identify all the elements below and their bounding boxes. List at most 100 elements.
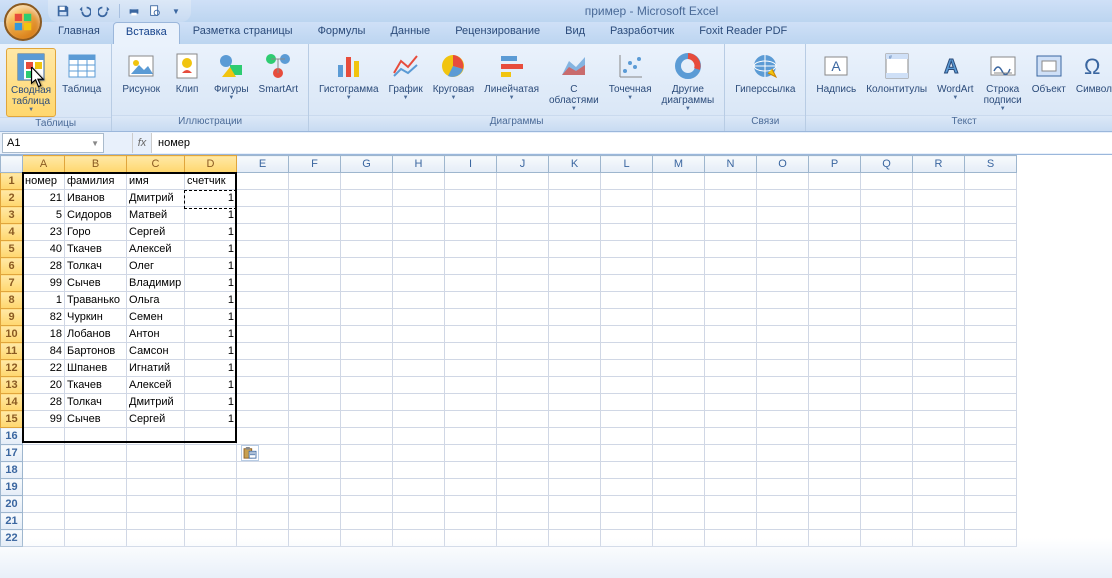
cell-E14[interactable]: [237, 394, 289, 411]
cell-H8[interactable]: [393, 292, 445, 309]
cell-J20[interactable]: [497, 496, 549, 513]
cell-N5[interactable]: [705, 241, 757, 258]
cell-S5[interactable]: [965, 241, 1017, 258]
cell-L7[interactable]: [601, 275, 653, 292]
cell-P22[interactable]: [809, 530, 861, 547]
ribbon-btn-table[interactable]: Таблица: [58, 48, 105, 97]
ribbon-tab-3[interactable]: Формулы: [306, 22, 378, 44]
cell-E2[interactable]: [237, 190, 289, 207]
cell-J11[interactable]: [497, 343, 549, 360]
ribbon-tab-4[interactable]: Данные: [378, 22, 442, 44]
row-header-12[interactable]: 12: [1, 360, 23, 377]
cell-Q7[interactable]: [861, 275, 913, 292]
cell-M8[interactable]: [653, 292, 705, 309]
cell-Q19[interactable]: [861, 479, 913, 496]
cell-K20[interactable]: [549, 496, 601, 513]
cell-G16[interactable]: [341, 428, 393, 445]
cell-R2[interactable]: [913, 190, 965, 207]
cell-G21[interactable]: [341, 513, 393, 530]
cell-F15[interactable]: [289, 411, 341, 428]
cell-B15[interactable]: Сычев: [65, 411, 127, 428]
cell-M10[interactable]: [653, 326, 705, 343]
name-box-dropdown-icon[interactable]: ▼: [91, 139, 99, 148]
cell-G14[interactable]: [341, 394, 393, 411]
cell-A13[interactable]: 20: [23, 377, 65, 394]
ribbon-btn-wordart[interactable]: AWordArt: [933, 48, 978, 104]
cell-K17[interactable]: [549, 445, 601, 462]
cell-M11[interactable]: [653, 343, 705, 360]
cell-J8[interactable]: [497, 292, 549, 309]
cell-I11[interactable]: [445, 343, 497, 360]
ribbon-btn-hyper[interactable]: Гиперссылка: [731, 48, 799, 97]
cell-K7[interactable]: [549, 275, 601, 292]
cell-C8[interactable]: Ольга: [127, 292, 185, 309]
row-header-16[interactable]: 16: [1, 428, 23, 445]
cell-P9[interactable]: [809, 309, 861, 326]
cell-R5[interactable]: [913, 241, 965, 258]
cell-Q4[interactable]: [861, 224, 913, 241]
ribbon-btn-scatter[interactable]: Точечная: [605, 48, 656, 104]
cell-J10[interactable]: [497, 326, 549, 343]
cell-S3[interactable]: [965, 207, 1017, 224]
col-header-A[interactable]: A: [23, 156, 65, 173]
cell-G13[interactable]: [341, 377, 393, 394]
cell-M16[interactable]: [653, 428, 705, 445]
cell-S15[interactable]: [965, 411, 1017, 428]
cell-E15[interactable]: [237, 411, 289, 428]
cell-F11[interactable]: [289, 343, 341, 360]
cell-F2[interactable]: [289, 190, 341, 207]
cell-E1[interactable]: [237, 173, 289, 190]
cell-C22[interactable]: [127, 530, 185, 547]
cell-N8[interactable]: [705, 292, 757, 309]
cell-P10[interactable]: [809, 326, 861, 343]
cell-S22[interactable]: [965, 530, 1017, 547]
cell-N4[interactable]: [705, 224, 757, 241]
cell-C7[interactable]: Владимир: [127, 275, 185, 292]
cell-Q13[interactable]: [861, 377, 913, 394]
cell-E13[interactable]: [237, 377, 289, 394]
cell-P13[interactable]: [809, 377, 861, 394]
cell-L19[interactable]: [601, 479, 653, 496]
cell-Q20[interactable]: [861, 496, 913, 513]
cell-F9[interactable]: [289, 309, 341, 326]
cell-Q14[interactable]: [861, 394, 913, 411]
cell-F14[interactable]: [289, 394, 341, 411]
cell-D13[interactable]: 1: [185, 377, 237, 394]
cell-L3[interactable]: [601, 207, 653, 224]
cell-S9[interactable]: [965, 309, 1017, 326]
cell-P20[interactable]: [809, 496, 861, 513]
cell-B21[interactable]: [65, 513, 127, 530]
cell-A2[interactable]: 21: [23, 190, 65, 207]
cell-B14[interactable]: Толкач: [65, 394, 127, 411]
cell-G18[interactable]: [341, 462, 393, 479]
cell-C13[interactable]: Алексей: [127, 377, 185, 394]
cell-H18[interactable]: [393, 462, 445, 479]
cell-I14[interactable]: [445, 394, 497, 411]
cell-E7[interactable]: [237, 275, 289, 292]
cell-J6[interactable]: [497, 258, 549, 275]
cell-H13[interactable]: [393, 377, 445, 394]
cell-R16[interactable]: [913, 428, 965, 445]
row-header-10[interactable]: 10: [1, 326, 23, 343]
cell-K8[interactable]: [549, 292, 601, 309]
cell-G20[interactable]: [341, 496, 393, 513]
cell-L20[interactable]: [601, 496, 653, 513]
cell-F7[interactable]: [289, 275, 341, 292]
row-header-7[interactable]: 7: [1, 275, 23, 292]
cell-H20[interactable]: [393, 496, 445, 513]
cell-K1[interactable]: [549, 173, 601, 190]
cell-I16[interactable]: [445, 428, 497, 445]
cell-R4[interactable]: [913, 224, 965, 241]
cell-F8[interactable]: [289, 292, 341, 309]
ribbon-btn-bar[interactable]: Линейчатая: [480, 48, 543, 104]
cell-Q18[interactable]: [861, 462, 913, 479]
cell-R20[interactable]: [913, 496, 965, 513]
col-header-Q[interactable]: Q: [861, 156, 913, 173]
cell-C6[interactable]: Олег: [127, 258, 185, 275]
cell-H19[interactable]: [393, 479, 445, 496]
cell-O2[interactable]: [757, 190, 809, 207]
cell-D9[interactable]: 1: [185, 309, 237, 326]
cell-N9[interactable]: [705, 309, 757, 326]
col-header-K[interactable]: K: [549, 156, 601, 173]
cell-N3[interactable]: [705, 207, 757, 224]
